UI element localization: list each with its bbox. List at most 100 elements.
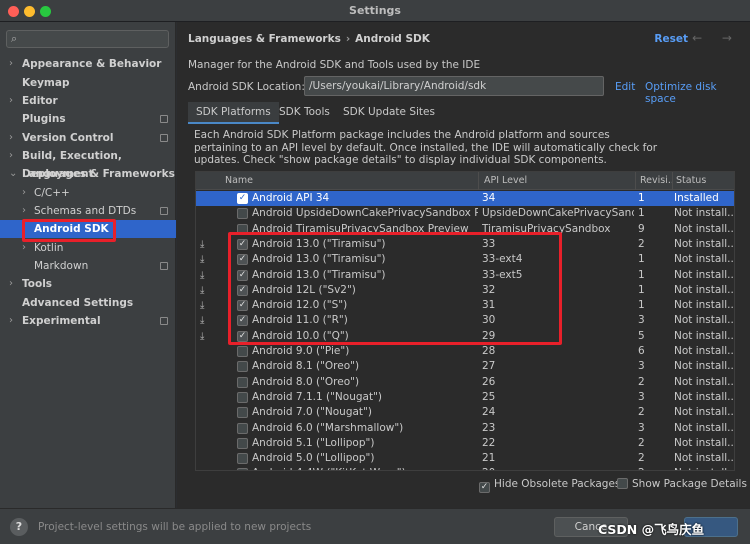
download-icon: ⤓ [200, 269, 205, 281]
back-forward-arrows[interactable]: ← → [692, 31, 740, 45]
table-row[interactable]: Android 6.0 ("Marshmallow") 23 3 Not instal… [196, 421, 734, 436]
row-checkbox[interactable] [237, 346, 248, 357]
table-row[interactable]: ⤓ ✓ Android 11.0 ("R") 30 3 Not install... [196, 313, 734, 328]
expand-arrow-icon[interactable]: ⌄ [9, 165, 17, 183]
table-row[interactable]: Android 8.0 ("Oreo") 26 2 Not install... [196, 375, 734, 390]
sidebar-item-label: Advanced Settings [22, 297, 134, 309]
table-row[interactable]: Android 7.0 ("Nougat") 24 2 Not install... [196, 405, 734, 420]
package-name: Android UpsideDownCakePrivacySandbox Pre… [252, 207, 478, 220]
table-row[interactable]: Android 4.4W ("KitKat Wear") 20 2 Not insta… [196, 466, 734, 470]
row-checkbox[interactable]: ✓ [237, 193, 248, 204]
install-status: Not install... [674, 222, 734, 235]
sidebar-item-plugins[interactable]: Plugins [0, 110, 176, 128]
install-status: Not install... [674, 314, 734, 327]
sdk-location-input[interactable] [304, 76, 604, 96]
expand-arrow-icon[interactable]: › [9, 55, 13, 73]
row-checkbox[interactable]: ✓ [237, 238, 248, 250]
table-row[interactable]: ⤓ ✓ Android 12.0 ("S") 31 1 Not install... [196, 298, 734, 313]
row-checkbox[interactable]: ✓ [237, 300, 248, 312]
row-checkbox[interactable] [237, 391, 248, 403]
hide-obsolete-packages-checkbox[interactable]: ✓ Hide Obsolete Packages [479, 477, 620, 493]
expand-arrow-icon[interactable]: › [9, 147, 13, 165]
table-row[interactable]: ⤓ ✓ Android 13.0 ("Tiramisu") 33 2 Not instal… [196, 237, 734, 252]
sidebar-item-languages-frameworks[interactable]: ⌄ Languages & Frameworks [0, 165, 176, 183]
checkbox-box[interactable]: ✓ [479, 482, 490, 493]
table-row[interactable]: Android UpsideDownCakePrivacySandbox Pre… [196, 206, 734, 221]
table-row[interactable]: Android 5.0 ("Lollipop") 21 2 Not install..… [196, 451, 734, 466]
download-icon: ⤓ [200, 315, 205, 327]
row-checkbox[interactable] [237, 376, 248, 388]
sidebar-item-experimental[interactable]: › Experimental [0, 312, 176, 330]
sidebar-item-keymap[interactable]: Keymap [0, 74, 176, 92]
expand-arrow-icon[interactable]: › [22, 202, 26, 220]
table-row[interactable]: ⤓ ✓ Android 13.0 ("Tiramisu") 33-ext5 1 Not i… [196, 268, 734, 283]
column-header-api-level[interactable]: API Level [484, 175, 527, 186]
table-row[interactable]: Android 8.1 ("Oreo") 27 3 Not install... [196, 359, 734, 374]
revision: 1 [638, 207, 645, 220]
expand-arrow-icon[interactable]: › [9, 275, 13, 293]
column-header-revision[interactable]: Revisi... [640, 175, 672, 186]
expand-arrow-icon[interactable]: › [22, 184, 26, 202]
install-status: Installed [674, 192, 719, 204]
tab-sdk-tools[interactable]: SDK Tools [271, 102, 338, 124]
sidebar-item-schemas-and-dtds[interactable]: › Schemas and DTDs [0, 202, 176, 220]
table-row[interactable]: ⤓ ✓ Android 10.0 ("Q") 29 5 Not install... [196, 329, 734, 344]
settings-search-input[interactable]: ⌕ [6, 30, 169, 48]
table-row[interactable]: ⤓ ✓ Android 13.0 ("Tiramisu") 33-ext4 1 Not i… [196, 252, 734, 267]
sdk-location-label: Android SDK Location: [188, 81, 305, 93]
expand-arrow-icon[interactable]: › [9, 312, 13, 330]
edit-link[interactable]: Edit [615, 81, 635, 93]
row-checkbox[interactable]: ✓ [237, 284, 248, 296]
package-name: Android 13.0 ("Tiramisu") [252, 268, 386, 281]
install-status: Not install... [674, 237, 734, 250]
row-checkbox[interactable] [237, 407, 248, 419]
row-checkbox[interactable]: ✓ [237, 315, 248, 327]
row-checkbox[interactable] [237, 361, 248, 373]
breadcrumb-parent[interactable]: Languages & Frameworks [188, 33, 341, 45]
sidebar-item-tools[interactable]: › Tools [0, 275, 176, 293]
tab-sdk-update-sites[interactable]: SDK Update Sites [335, 102, 443, 124]
show-package-details-checkbox[interactable]: Show Package Details [617, 477, 747, 491]
project-settings-icon [160, 207, 168, 215]
help-button[interactable]: ? [10, 518, 28, 536]
sidebar-item-c-c[interactable]: › C/C++ [0, 184, 176, 202]
optimize-disk-space-link[interactable]: Optimize disk space [645, 81, 750, 105]
sidebar-item-editor[interactable]: › Editor [0, 92, 176, 110]
table-row[interactable]: Android TiramisuPrivacySandbox Preview Ti… [196, 222, 734, 237]
api-level: 33-ext4 [482, 253, 523, 266]
table-row[interactable]: ⤓ ✓ Android 12L ("Sv2") 32 1 Not install... [196, 283, 734, 298]
row-checkbox[interactable] [237, 422, 248, 434]
row-checkbox[interactable]: ✓ [237, 269, 248, 281]
column-header-status[interactable]: Status [676, 175, 706, 186]
table-row[interactable]: ✓ Android API 34 34 1 Installed [196, 191, 734, 206]
row-checkbox[interactable] [237, 437, 248, 449]
tab-sdk-platforms[interactable]: SDK Platforms [188, 102, 279, 124]
expand-arrow-icon[interactable]: › [22, 239, 26, 257]
column-header-name[interactable]: Name [225, 175, 253, 186]
revision: 1 [638, 268, 645, 281]
sidebar-item-advanced-settings[interactable]: Advanced Settings [0, 294, 176, 312]
reset-link[interactable]: Reset [654, 33, 688, 45]
table-row[interactable]: Android 9.0 ("Pie") 28 6 Not install... [196, 344, 734, 359]
table-row[interactable]: Android 7.1.1 ("Nougat") 25 3 Not install..… [196, 390, 734, 405]
sidebar-item-markdown[interactable]: Markdown [0, 257, 176, 275]
sidebar-item-version-control[interactable]: › Version Control [0, 129, 176, 147]
platforms-description: Each Android SDK Platform package includ… [194, 129, 658, 166]
table-row[interactable]: Android 5.1 ("Lollipop") 22 2 Not install..… [196, 436, 734, 451]
sidebar-item-android-sdk[interactable]: Android SDK [0, 220, 176, 238]
api-level: 23 [482, 421, 496, 434]
sidebar-item-kotlin[interactable]: › Kotlin [0, 239, 176, 257]
row-checkbox[interactable] [237, 468, 248, 470]
checkbox-box[interactable] [617, 478, 628, 489]
row-checkbox[interactable]: ✓ [237, 330, 248, 342]
row-checkbox[interactable]: ✓ [237, 254, 248, 266]
row-checkbox[interactable] [237, 223, 248, 235]
revision: 6 [638, 345, 645, 357]
sidebar-item-appearance-behavior[interactable]: › Appearance & Behavior [0, 55, 176, 73]
expand-arrow-icon[interactable]: › [9, 129, 13, 147]
row-checkbox[interactable] [237, 453, 248, 465]
download-icon: ⤓ [200, 254, 205, 266]
sidebar-item-build-execution-deployment[interactable]: › Build, Execution, Deployment [0, 147, 176, 180]
expand-arrow-icon[interactable]: › [9, 92, 13, 110]
row-checkbox[interactable] [237, 208, 248, 220]
